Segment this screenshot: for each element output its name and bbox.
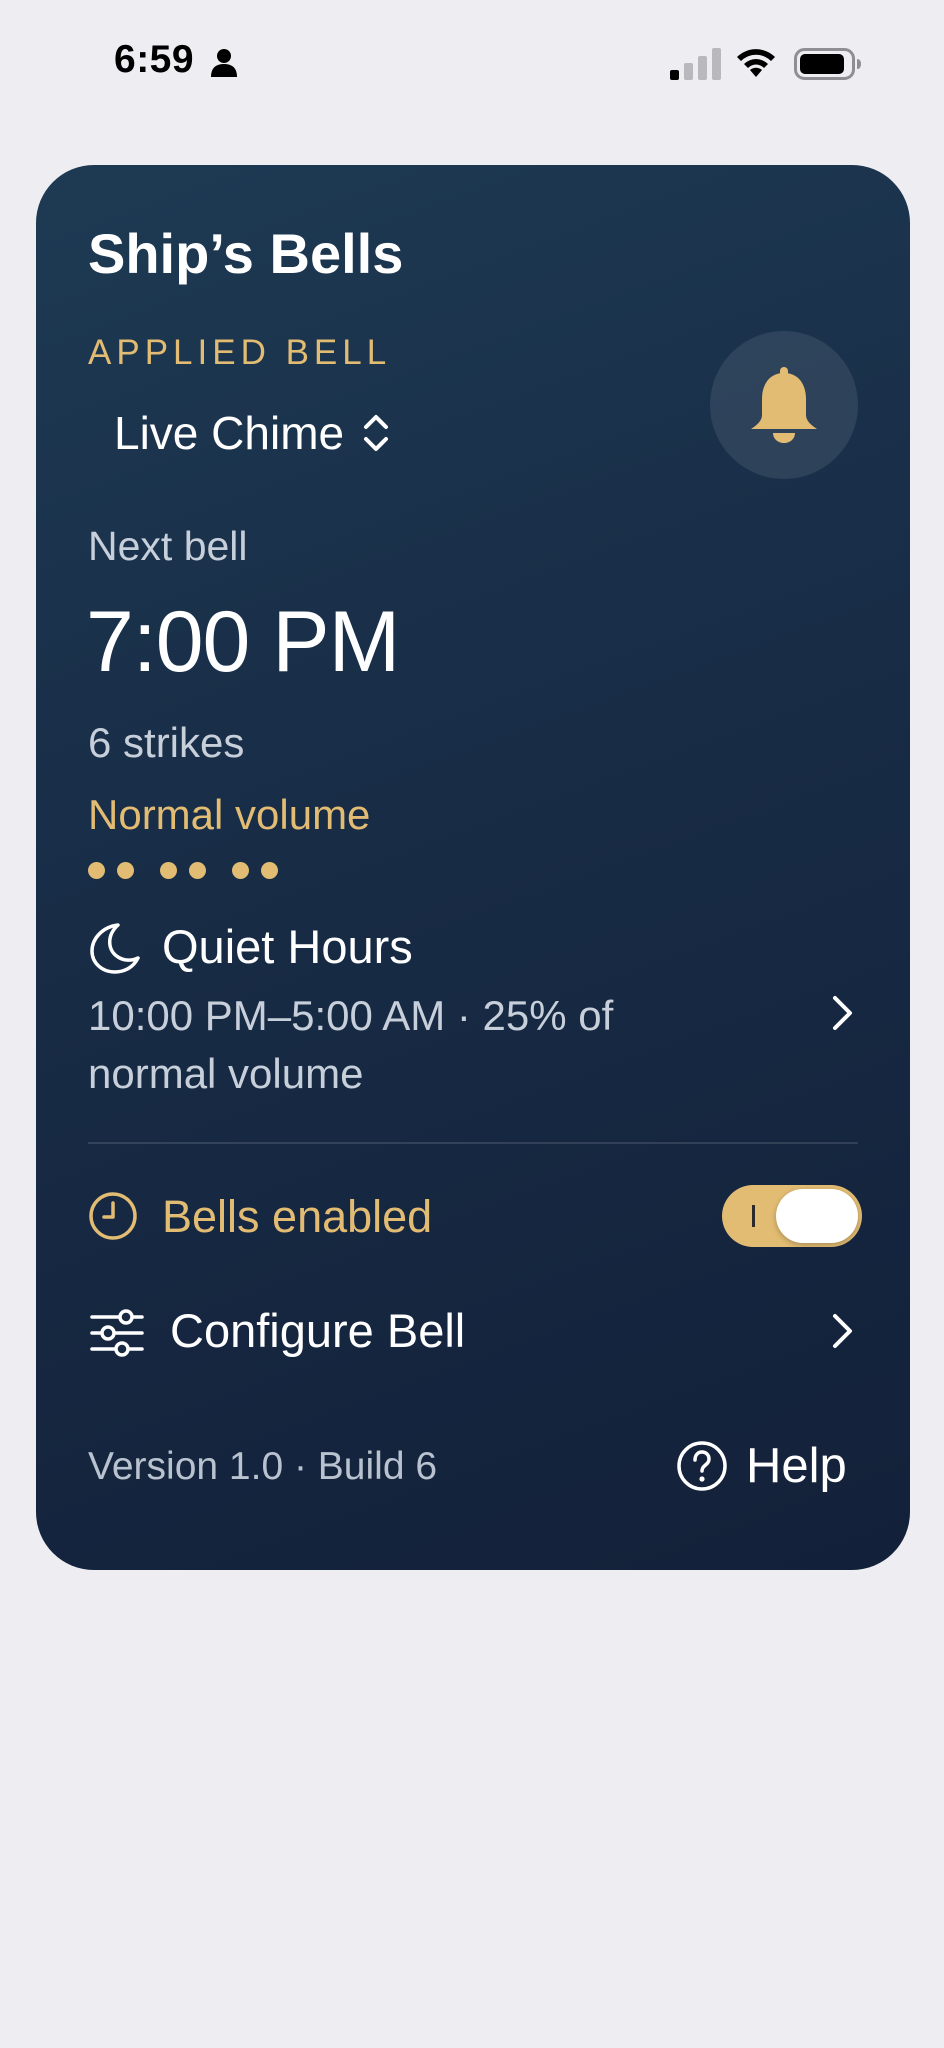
strike-dot	[261, 862, 278, 879]
person-icon	[211, 49, 237, 77]
divider	[88, 1142, 858, 1144]
bell-picker-value: Live Chime	[114, 407, 345, 459]
bell-icon	[751, 367, 817, 443]
help-label: Help	[746, 1439, 847, 1493]
next-bell-time: 7:00 PM	[86, 594, 400, 690]
toggle-knob	[776, 1189, 858, 1243]
configure-bell-button[interactable]: Configure Bell	[88, 1295, 868, 1367]
strike-dot	[189, 862, 206, 879]
question-circle-icon	[677, 1441, 727, 1491]
strike-dot	[88, 862, 105, 879]
bells-enabled-label: Bells enabled	[162, 1191, 433, 1242]
toggle-on-mark	[752, 1205, 755, 1227]
battery-icon	[794, 48, 861, 80]
status-bar: 6:59	[0, 0, 944, 120]
applied-bell-label: APPLIED BELL	[88, 333, 392, 372]
moon-icon	[90, 923, 140, 974]
wifi-icon	[737, 49, 775, 77]
chevron-right-icon	[833, 996, 852, 1030]
strike-dot	[160, 862, 177, 879]
quiet-hours-row[interactable]: Quiet Hours 10:00 PM–5:00 AM · 25% of no…	[88, 917, 868, 1117]
screen: 6:59 Ship’s Bells APPLIED BELL Live Chim…	[0, 0, 944, 2048]
bells-enabled-toggle[interactable]	[722, 1185, 862, 1247]
bell-picker[interactable]: Live Chime	[114, 405, 390, 461]
strike-group	[160, 862, 206, 879]
strike-group	[232, 862, 278, 879]
status-time: 6:59	[114, 38, 195, 81]
chevron-up-down-icon	[364, 415, 389, 451]
bell-badge	[710, 331, 858, 479]
bells-enabled-row: Bells enabled	[88, 1181, 898, 1253]
clock-icon	[89, 1192, 137, 1240]
configure-bell-label: Configure Bell	[170, 1304, 466, 1357]
strike-group	[88, 862, 134, 879]
cellular-signal-icon	[670, 48, 721, 80]
volume-label: Normal volume	[88, 791, 371, 838]
version-label: Version 1.0 · Build 6	[88, 1445, 438, 1488]
strike-dot	[232, 862, 249, 879]
strike-dot	[117, 862, 134, 879]
sliders-icon	[90, 1309, 144, 1357]
bell-card: Ship’s Bells APPLIED BELL Live Chime Nex…	[36, 165, 910, 1570]
next-bell-label: Next bell	[88, 523, 248, 569]
strike-pattern	[88, 862, 278, 879]
quiet-hours-description: 10:00 PM–5:00 AM · 25% of normal volume	[88, 992, 614, 1097]
quiet-hours-title: Quiet Hours	[162, 920, 413, 973]
chevron-right-icon	[833, 1314, 852, 1348]
app-title: Ship’s Bells	[88, 222, 404, 285]
strike-count: 6 strikes	[88, 719, 245, 766]
help-button[interactable]: Help	[676, 1431, 847, 1501]
